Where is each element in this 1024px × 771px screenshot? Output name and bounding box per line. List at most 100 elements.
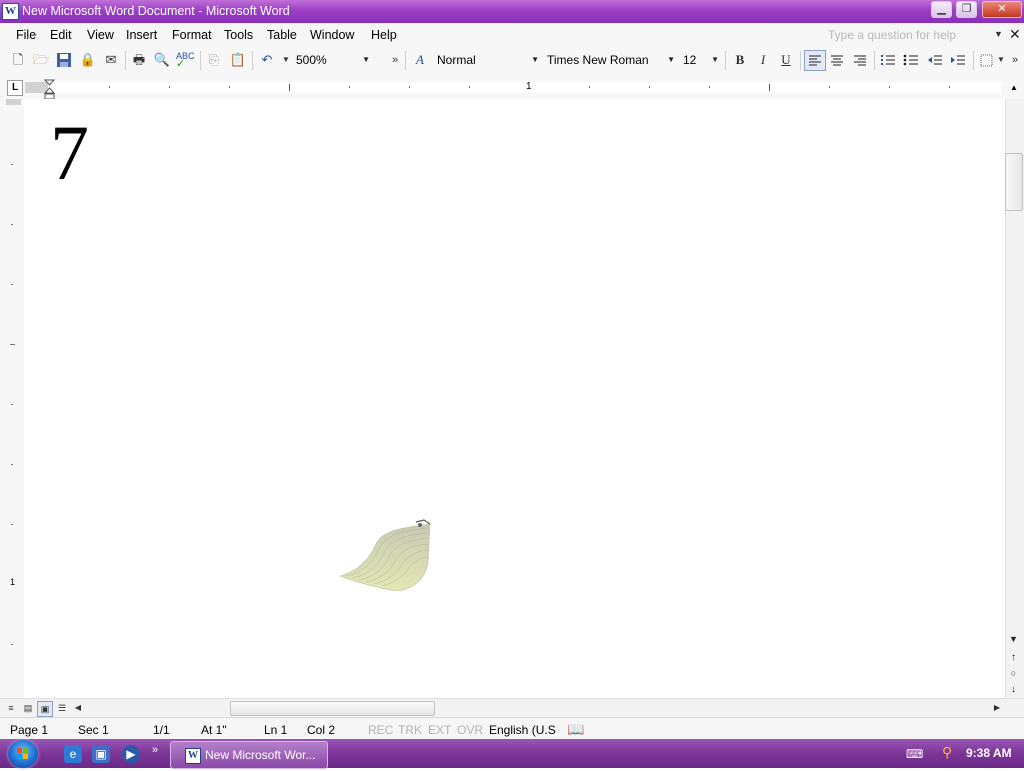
open-folder-icon[interactable]: 🗁 [32, 52, 50, 68]
menu-view[interactable]: View [87, 28, 114, 42]
align-right-button[interactable] [851, 52, 869, 68]
scroll-left-button[interactable]: ◀ [71, 701, 85, 715]
status-ovr[interactable]: OVR [457, 723, 483, 737]
menu-insert[interactable]: Insert [126, 28, 157, 42]
bullets-button[interactable] [902, 52, 920, 68]
styles-formatting-icon[interactable]: A [411, 52, 429, 68]
web-layout-icon[interactable]: ▤ [21, 701, 35, 715]
style-select[interactable]: Normal ▼ [433, 51, 541, 69]
print-icon[interactable]: 🖶 [130, 52, 148, 68]
horizontal-scrollbar[interactable] [0, 698, 1024, 718]
quick-launch-more-icon[interactable]: » [152, 744, 158, 756]
taskbar-word-button[interactable]: W New Microsoft Wor... [170, 741, 328, 769]
media-player-icon[interactable]: ▶ [122, 745, 140, 763]
status-line: Ln 1 [264, 723, 288, 737]
align-center-button[interactable] [828, 52, 846, 68]
save-icon [57, 53, 71, 67]
vertical-scroll-thumb[interactable] [1005, 153, 1023, 211]
save-icon[interactable] [56, 52, 74, 68]
email-icon[interactable]: ✉ [102, 52, 120, 68]
help-dropdown-icon[interactable]: ▼ [994, 29, 1003, 39]
menu-edit[interactable]: Edit [50, 28, 72, 42]
ruler-track [48, 82, 1002, 93]
new-document-icon[interactable]: 🗋 [9, 52, 27, 68]
status-ext[interactable]: EXT [428, 723, 451, 737]
status-rec[interactable]: REC [368, 723, 393, 737]
menu-format[interactable]: Format [172, 28, 212, 42]
show-desktop-icon[interactable]: ▣ [92, 745, 110, 763]
numbered-list-icon [881, 55, 895, 65]
print-preview-icon[interactable]: 🔍 [153, 52, 171, 68]
chevron-down-icon: ▼ [531, 55, 539, 64]
ruler-tick [10, 344, 15, 345]
numbering-button[interactable] [879, 52, 897, 68]
select-browse-object-icon[interactable]: ○ [1005, 666, 1022, 681]
windows-logo-icon [17, 748, 28, 759]
search-icon[interactable]: ⚲ [942, 744, 952, 761]
increase-indent-icon [951, 55, 965, 65]
menu-table[interactable]: Table [267, 28, 297, 42]
ruler-tick [889, 86, 890, 88]
toolbar-separator [800, 51, 801, 70]
toolbar-options-icon[interactable]: » [1009, 52, 1021, 68]
increase-indent-button[interactable] [949, 52, 967, 68]
permission-icon[interactable]: 🔒 [79, 52, 97, 68]
word-icon[interactable]: W [2, 3, 19, 20]
borders-button[interactable] [979, 52, 997, 68]
toolbar-separator [874, 51, 875, 70]
previous-page-icon[interactable]: ↑ [1005, 650, 1022, 665]
next-page-icon[interactable]: ↓ [1005, 682, 1022, 697]
undo-icon[interactable]: ↶ [258, 52, 276, 68]
font-size-select[interactable]: 12 ▼ [679, 51, 721, 69]
keyboard-icon[interactable]: ⌨ [906, 747, 923, 761]
align-left-button[interactable] [804, 50, 826, 71]
close-button[interactable]: ✕ [982, 1, 1022, 18]
menu-file[interactable]: File [16, 28, 36, 42]
chevron-down-icon: ▼ [362, 55, 370, 64]
minimize-button[interactable]: ▁ [931, 1, 952, 18]
menu-help[interactable]: Help [371, 28, 397, 42]
paste-icon[interactable]: 📋 [229, 52, 247, 68]
toolbar-options-icon[interactable]: » [386, 52, 404, 68]
normal-view-icon[interactable]: ≡ [4, 701, 18, 715]
status-trk[interactable]: TRK [398, 723, 422, 737]
ruler-tick [949, 86, 950, 88]
menu-tools[interactable]: Tools [224, 28, 253, 42]
ruler-tick [289, 84, 290, 91]
close-document-button[interactable]: ✕ [1009, 26, 1021, 43]
clock[interactable]: 9:38 AM [966, 746, 1012, 760]
zoom-select[interactable]: 500% ▼ [296, 51, 372, 69]
scroll-right-button[interactable]: ▶ [990, 701, 1004, 715]
internet-explorer-icon[interactable]: e [64, 745, 82, 763]
restore-button[interactable]: ❐ [956, 1, 977, 18]
start-button[interactable] [8, 740, 38, 768]
word-icon: W [185, 748, 201, 764]
ruler-number: 1 [10, 577, 16, 587]
spelling-icon[interactable]: ABC ✓ [176, 52, 195, 70]
italic-button[interactable]: I [754, 52, 772, 68]
document-page[interactable] [25, 99, 1005, 698]
copy-icon[interactable]: ⎘ [205, 52, 223, 68]
print-layout-icon[interactable]: ▣ [37, 701, 53, 717]
horizontal-scroll-thumb[interactable] [230, 701, 435, 716]
document-text[interactable]: 7 [50, 108, 89, 198]
surface-plot-image [338, 519, 431, 592]
help-question-box[interactable]: Type a question for help [828, 27, 1006, 44]
scroll-up-button[interactable]: ▲ [1006, 82, 1022, 94]
spelling-status-icon[interactable]: 📖 [567, 721, 584, 738]
menu-window[interactable]: Window [310, 28, 354, 42]
close-icon: ✕ [997, 3, 1007, 15]
horizontal-ruler: L 1 ▲ [0, 74, 1024, 100]
font-select[interactable]: Times New Roman ▼ [543, 51, 677, 69]
tab-selector[interactable]: L [7, 80, 23, 96]
undo-dropdown-icon[interactable]: ▼ [277, 52, 295, 68]
border-icon [980, 54, 993, 67]
scroll-down-button[interactable]: ▼ [1005, 632, 1022, 647]
bold-button[interactable]: B [731, 52, 749, 68]
surface-plot-image[interactable] [338, 518, 438, 597]
underline-button[interactable]: U [777, 52, 795, 68]
decrease-indent-button[interactable] [926, 52, 944, 68]
ruler-tick [769, 84, 770, 91]
borders-dropdown-icon[interactable]: ▼ [996, 52, 1006, 68]
outline-view-icon[interactable]: ☰ [55, 701, 69, 715]
